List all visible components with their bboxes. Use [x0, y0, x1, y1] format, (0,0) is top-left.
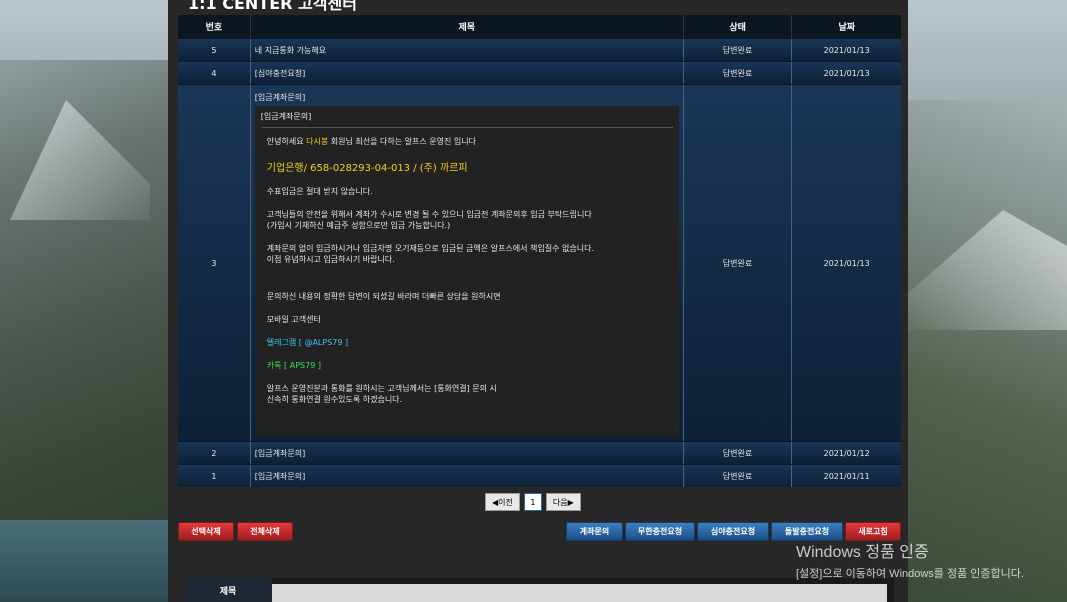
row-subject-expanded: [입금계좌문의] [입금계좌문의] 안녕하세요 다시봉 회원님 최선을 다하는 … — [251, 85, 684, 441]
inquiry-table: 번호 제목 상태 날짜 5 네 지금통화 가능해요 답변완료 2021/01/1… — [178, 15, 901, 487]
header-status: 상태 — [684, 15, 793, 38]
subject-input[interactable] — [272, 584, 887, 602]
delete-all-button[interactable]: 전체삭제 — [237, 522, 293, 541]
row-no: 3 — [178, 85, 251, 441]
background-mountain-right — [907, 100, 1067, 602]
table-row[interactable]: 4 [심야충전요청] 답변완료 2021/01/13 — [178, 61, 901, 84]
row-no: 4 — [178, 62, 251, 84]
write-form: 제목 — [184, 578, 894, 602]
row-status: 답변완료 — [684, 62, 793, 84]
answer-line: 계좌문의 없이 입금하시거나 입금자명 오기재등으로 입금된 금액은 알프스에서… — [266, 244, 594, 253]
night-charge-button[interactable]: 심야충전요청 — [697, 522, 769, 541]
answer-line: 이점 유념하시고 입금하시기 바랍니다. — [266, 255, 395, 264]
unlimited-charge-button[interactable]: 무한충전요청 — [625, 522, 695, 541]
row-date: 2021/01/13 — [823, 45, 870, 55]
table-row[interactable]: 2 [입금계좌문의] 답변완료 2021/01/12 — [178, 441, 901, 464]
row-no: 2 — [178, 442, 251, 464]
row-status: 답변완료 — [684, 442, 793, 464]
answer-title: [입금계좌문의] — [260, 111, 673, 128]
watermark-title: Windows 정품 인증 — [796, 544, 929, 561]
row-date: 2021/01/12 — [823, 448, 870, 458]
row-status: 답변완료 — [684, 465, 793, 487]
row-subject-link[interactable]: [심야충전요청] — [251, 62, 684, 84]
answer-line: (가입시 기재하신 예금주 성함으로만 입금 가능합니다.) — [266, 221, 451, 230]
pagination: ◀이전 1 다음▶ — [485, 493, 581, 511]
table-header: 번호 제목 상태 날짜 — [178, 15, 901, 38]
bank-account: 기업은행/ 658-028293-04-013 / (주) 까르피 — [266, 163, 468, 174]
delete-selected-button[interactable]: 선택삭제 — [178, 522, 234, 541]
row-no: 1 — [178, 465, 251, 487]
row-subject-link[interactable]: 네 지금통화 가능해요 — [251, 39, 684, 61]
watermark-subtitle: [설정]으로 이동하여 Windows를 정품 인증합니다. — [796, 568, 1024, 580]
answer-line: 모바일 고객센터 — [266, 315, 321, 324]
table-row[interactable]: 1 [입금계좌문의] 답변완료 2021/01/11 — [178, 464, 901, 487]
row-subject-link[interactable]: [입금계좌문의] — [251, 442, 684, 464]
row-subject-link[interactable]: [입금계좌문의] — [255, 88, 679, 106]
page-title: 1:1 CENTER 고객센터 — [188, 0, 357, 13]
header-date: 날짜 — [838, 23, 855, 33]
row-status: 답변완료 — [684, 85, 793, 441]
answer-line: 신속히 통화연결 원수있도록 하겠습니다. — [266, 395, 403, 404]
telegram-contact: 텔레그램 [ @ALPS79 ] — [266, 338, 349, 347]
row-no: 5 — [178, 39, 251, 61]
next-page-button[interactable]: 다음▶ — [545, 493, 581, 511]
kakao-contact: 카톡 [ APS79 ] — [266, 361, 321, 370]
prev-page-button[interactable]: ◀이전 — [485, 493, 520, 511]
subject-label: 제목 — [184, 578, 272, 602]
answer-line: 고객님들의 안전을 위해서 계좌가 수시로 변경 될 수 있으니 입금전 계좌문… — [266, 210, 592, 219]
answer-greeting: 안녕하세요 다시봉 회원님 최선을 다하는 알프스 운영진 입니다 — [266, 137, 476, 146]
row-date: 2021/01/11 — [823, 471, 870, 481]
windows-activation-watermark: Windows 정품 인증 [설정]으로 이동하여 Windows를 정품 인증… — [796, 538, 1024, 581]
row-status: 답변완료 — [684, 39, 793, 61]
answer-line: 수표입금은 절대 받지 않습니다. — [266, 187, 373, 196]
header-no: 번호 — [178, 15, 251, 38]
answer-message: [입금계좌문의] 안녕하세요 다시봉 회원님 최선을 다하는 알프스 운영진 입… — [254, 106, 679, 437]
answer-line: 알프스 운영진분과 통화를 원하시는 고객님께서는 [통화연결] 문의 시 — [266, 384, 497, 393]
row-subject-link[interactable]: [입금계좌문의] — [251, 465, 684, 487]
row-date: 2021/01/13 — [823, 68, 870, 78]
table-row[interactable]: 5 네 지금통화 가능해요 답변완료 2021/01/13 — [178, 38, 901, 61]
account-inquiry-button[interactable]: 계좌문의 — [566, 522, 623, 541]
answer-line: 문의하신 내용의 정확한 답변이 되셨길 바라며 더빠른 상담을 원하시면 — [266, 292, 501, 301]
header-subject: 제목 — [251, 15, 684, 38]
row-date: 2021/01/13 — [823, 258, 870, 268]
table-row-expanded[interactable]: 3 [입금계좌문의] [입금계좌문의] 안녕하세요 다시봉 회원님 최선을 다하… — [178, 84, 901, 441]
page-number-button[interactable]: 1 — [523, 493, 542, 511]
background-lake — [0, 520, 175, 602]
